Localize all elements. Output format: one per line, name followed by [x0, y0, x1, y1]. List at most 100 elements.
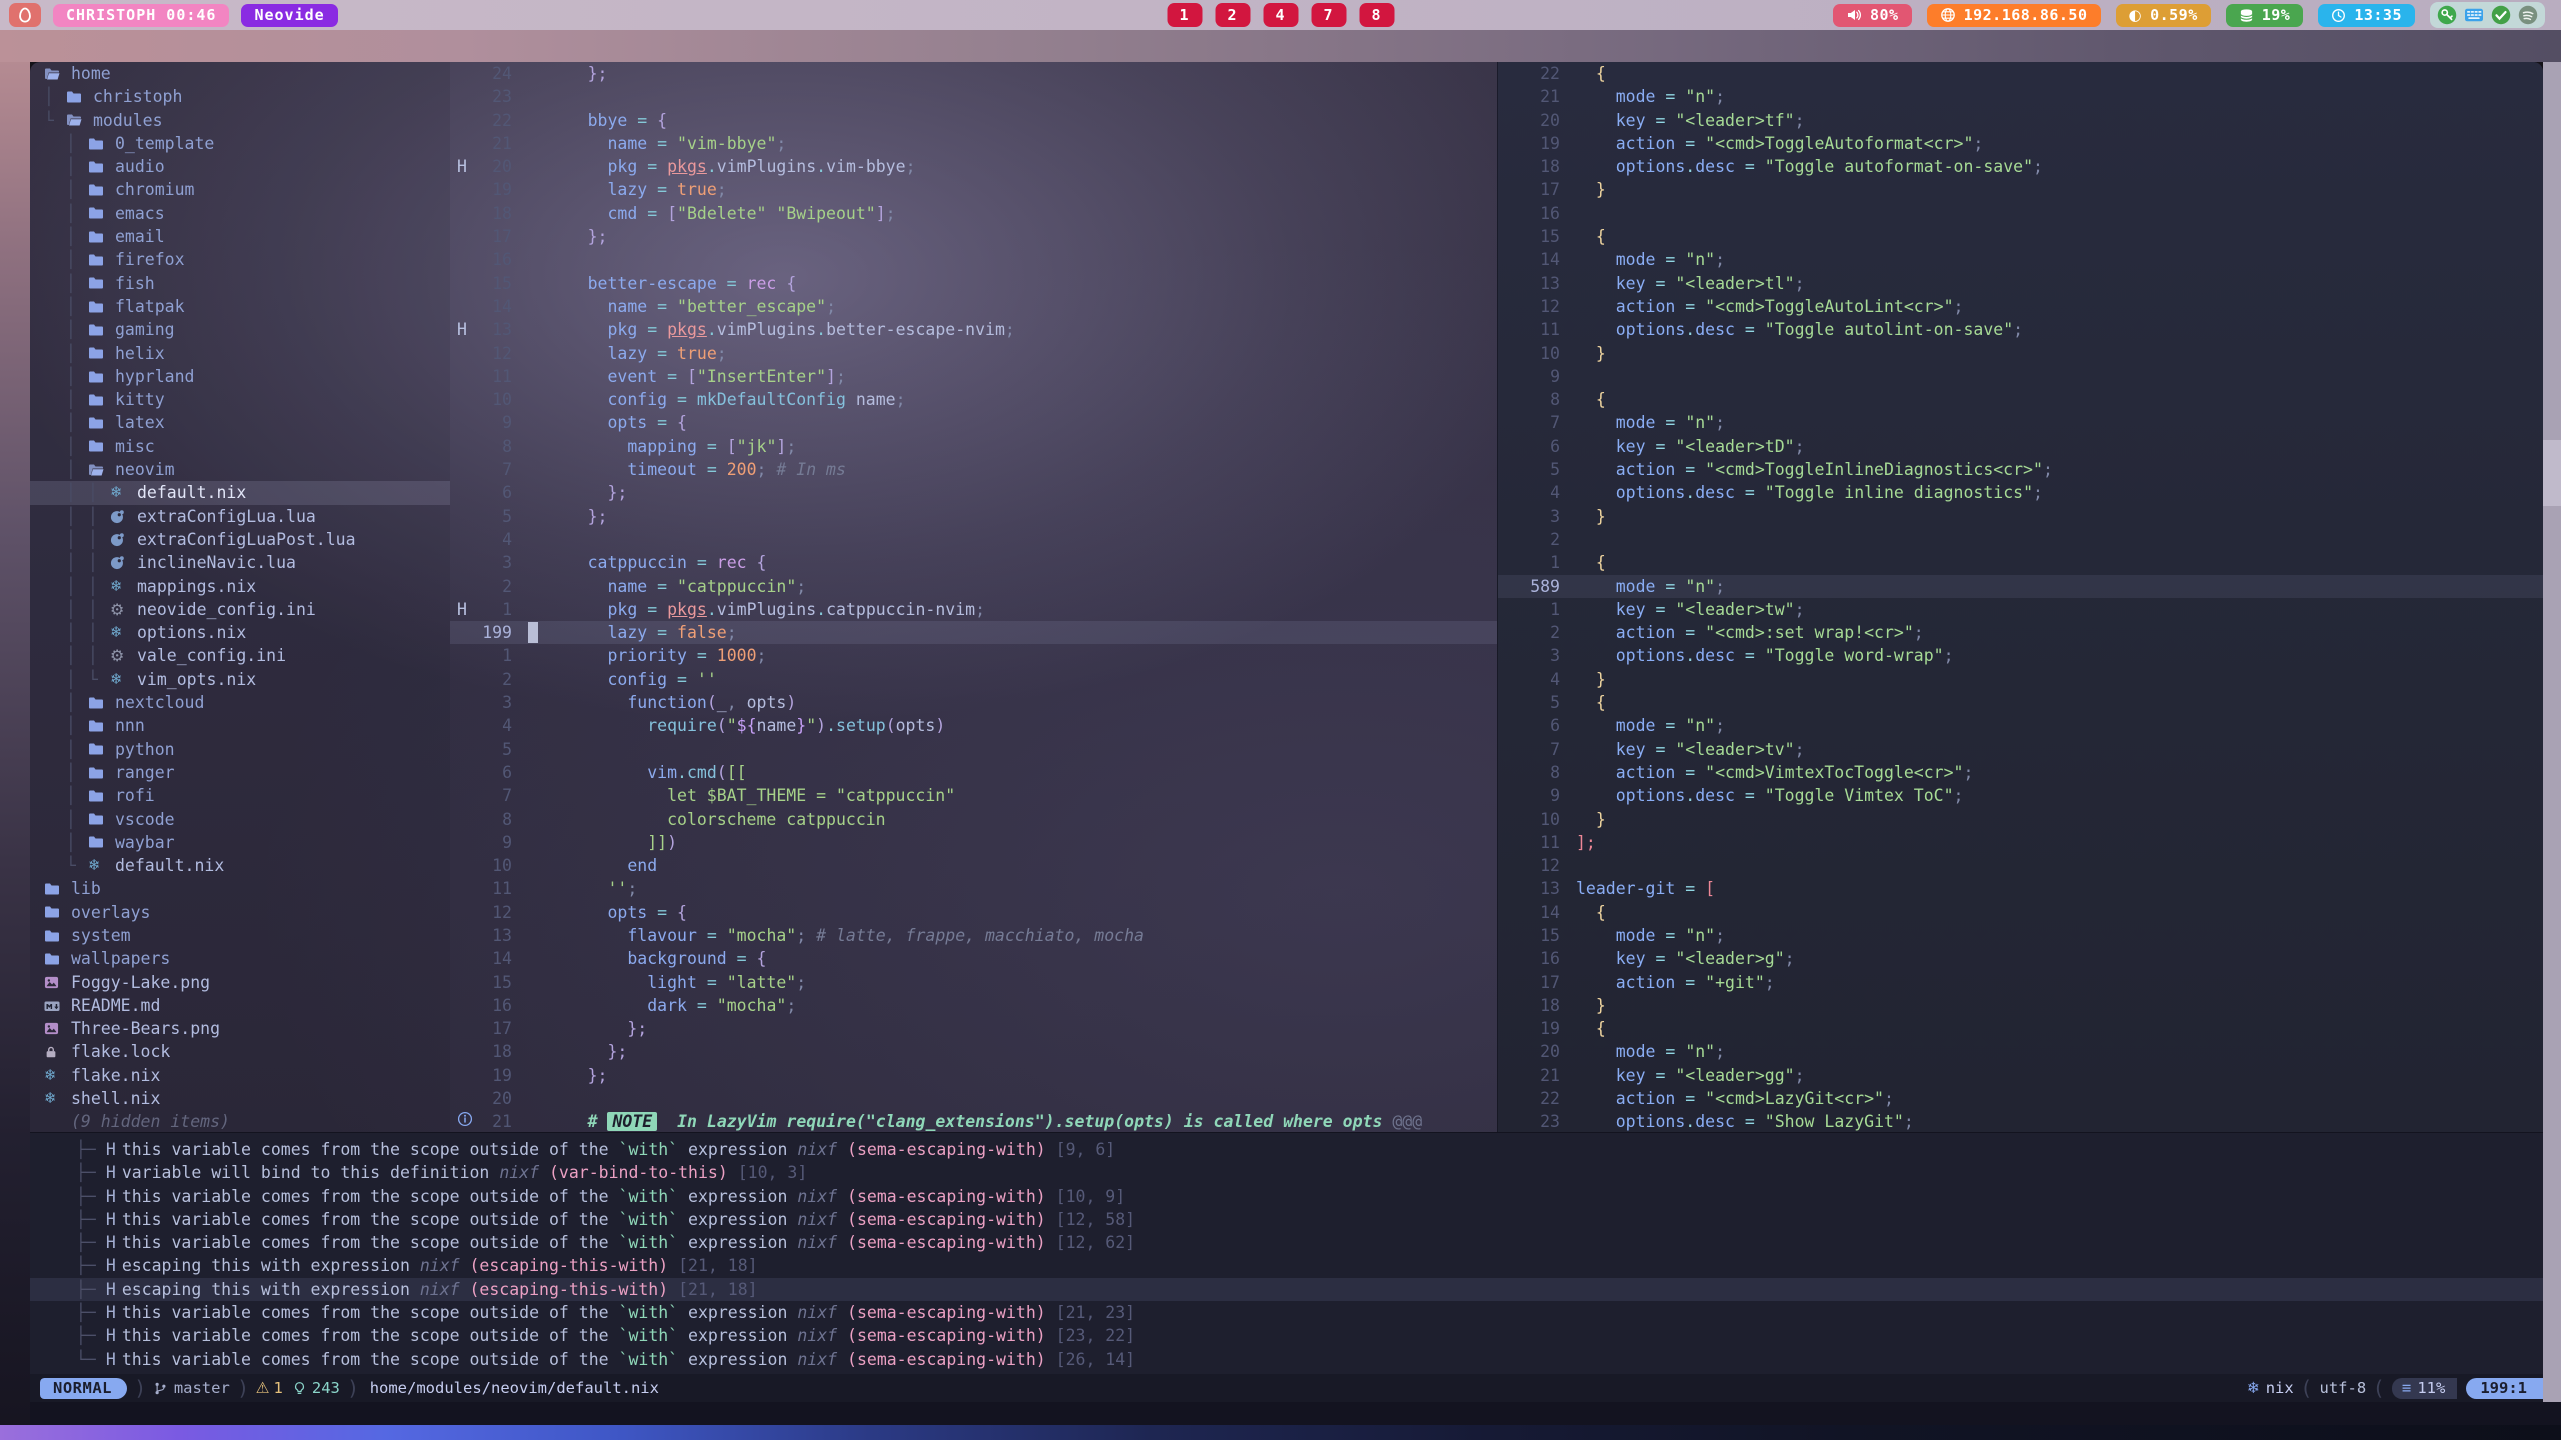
tree-item-christoph[interactable]: │christoph: [30, 85, 450, 108]
diagnostic-row[interactable]: └─Hthis variable comes from the scope ou…: [30, 1348, 2543, 1371]
tree-item-email[interactable]: │email: [30, 225, 450, 248]
code-line[interactable]: 17 }: [1498, 178, 2543, 201]
diagnostic-row[interactable]: ├─Hescaping this with expression nixf (e…: [30, 1254, 2543, 1277]
code-line[interactable]: 22 {: [1498, 62, 2543, 85]
tree-item-vscode[interactable]: │vscode: [30, 808, 450, 831]
diagnostic-row[interactable]: ├─Hthis variable comes from the scope ou…: [30, 1208, 2543, 1231]
code-line[interactable]: 23 options.desc = "Show LazyGit";: [1498, 1110, 2543, 1132]
tree-item-vim_opts.nix[interactable]: │└❄vim_opts.nix: [30, 668, 450, 691]
diagnostic-row[interactable]: ├─Hthis variable comes from the scope ou…: [30, 1324, 2543, 1347]
tree-item-nextcloud[interactable]: │nextcloud: [30, 691, 450, 714]
code-line[interactable]: 6 key = "<leader>tD";: [1498, 435, 2543, 458]
tree-item-0_template[interactable]: │0_template: [30, 132, 450, 155]
code-line[interactable]: 10 end: [450, 854, 1497, 877]
tree-item-default.nix[interactable]: ││❄default.nix: [30, 481, 450, 504]
tree-item-flake.lock[interactable]: flake.lock: [30, 1040, 450, 1063]
code-line[interactable]: 11 '';: [450, 877, 1497, 900]
tree-item-extraConfigLua.lua[interactable]: ││extraConfigLua.lua: [30, 505, 450, 528]
code-line[interactable]: 3 options.desc = "Toggle word-wrap";: [1498, 644, 2543, 667]
tree-item-nnn[interactable]: │nnn: [30, 714, 450, 737]
code-line[interactable]: 12 action = "<cmd>ToggleAutoLint<cr>";: [1498, 295, 2543, 318]
workspace-button-4[interactable]: 4: [1263, 3, 1298, 27]
scrollbar-thumb[interactable]: [2543, 440, 2561, 506]
code-line[interactable]: 8 mapping = ["jk"];: [450, 435, 1497, 458]
code-line[interactable]: 9 opts = {: [450, 411, 1497, 434]
tree-item-9hiddenitems[interactable]: (9 hidden items): [30, 1110, 450, 1133]
workspace-button-7[interactable]: 7: [1311, 3, 1346, 27]
code-line[interactable]: 21 mode = "n";: [1498, 85, 2543, 108]
diagnostic-row[interactable]: ├─Hescaping this with expression nixf (e…: [30, 1278, 2543, 1301]
code-line[interactable]: 12 opts = {: [450, 901, 1497, 924]
tree-item-README.md[interactable]: README.md: [30, 994, 450, 1017]
code-line[interactable]: 18 options.desc = "Toggle autoformat-on-…: [1498, 155, 2543, 178]
diagnostic-row[interactable]: ├─Hthis variable comes from the scope ou…: [30, 1138, 2543, 1161]
tree-item-flatpak[interactable]: │flatpak: [30, 295, 450, 318]
tree-item-firefox[interactable]: │firefox: [30, 248, 450, 271]
code-line[interactable]: 3 }: [1498, 505, 2543, 528]
code-line[interactable]: 1 {: [1498, 551, 2543, 574]
code-line[interactable]: 20: [450, 1087, 1497, 1110]
code-line[interactable]: 11 options.desc = "Toggle autolint-on-sa…: [1498, 318, 2543, 341]
code-line[interactable]: 18 };: [450, 1040, 1497, 1063]
hint-count[interactable]: 243: [292, 1379, 340, 1397]
keyboard-tray-icon[interactable]: [2464, 5, 2484, 25]
tree-item-options.nix[interactable]: ││❄options.nix: [30, 621, 450, 644]
code-line[interactable]: 21 name = "vim-bbye";: [450, 132, 1497, 155]
code-line[interactable]: 15 light = "latte";: [450, 971, 1497, 994]
code-line[interactable]: 6 mode = "n";: [1498, 714, 2543, 737]
tree-item-audio[interactable]: │audio: [30, 155, 450, 178]
code-line[interactable]: 4: [450, 528, 1497, 551]
tree-item-Foggy-Lake.png[interactable]: Foggy-Lake.png: [30, 971, 450, 994]
code-line[interactable]: 12: [1498, 854, 2543, 877]
code-line[interactable]: 17 };: [450, 225, 1497, 248]
code-line[interactable]: 17 };: [450, 1017, 1497, 1040]
code-line[interactable]: 19 lazy = true;: [450, 178, 1497, 201]
code-line[interactable]: 9 ]]): [450, 831, 1497, 854]
tree-item-extraConfigLuaPost.lua[interactable]: ││extraConfigLuaPost.lua: [30, 528, 450, 551]
tree-item-neovide_config.ini[interactable]: ││⚙neovide_config.ini: [30, 598, 450, 621]
code-line[interactable]: 2: [1498, 528, 2543, 551]
diagnostic-row[interactable]: ├─Hthis variable comes from the scope ou…: [30, 1301, 2543, 1324]
code-line[interactable]: 13 key = "<leader>tl";: [1498, 272, 2543, 295]
code-line[interactable]: 14 name = "better_escape";: [450, 295, 1497, 318]
check-tray-icon[interactable]: [2491, 5, 2511, 25]
code-line[interactable]: 21 # NOTE In LazyVim require("clang_exte…: [450, 1110, 1497, 1132]
code-line[interactable]: 5: [450, 738, 1497, 761]
code-line[interactable]: 8 {: [1498, 388, 2543, 411]
workspace-button-1[interactable]: 1: [1167, 3, 1202, 27]
code-line[interactable]: 18 cmd = ["Bdelete" "Bwipeout"];: [450, 202, 1497, 225]
workspace-button-8[interactable]: 8: [1359, 3, 1394, 27]
code-line[interactable]: 23: [450, 85, 1497, 108]
tree-item-ranger[interactable]: │ranger: [30, 761, 450, 784]
code-line[interactable]: 21 key = "<leader>gg";: [1498, 1064, 2543, 1087]
code-line[interactable]: 7 key = "<leader>tv";: [1498, 738, 2543, 761]
tree-item-vale_config.ini[interactable]: ││⚙vale_config.ini: [30, 644, 450, 667]
window-scrollbar[interactable]: [2543, 62, 2561, 1402]
tree-item-overlays[interactable]: overlays: [30, 901, 450, 924]
code-line[interactable]: 2 config = '': [450, 668, 1497, 691]
code-line[interactable]: 22 bbye = {: [450, 109, 1497, 132]
tree-item-gaming[interactable]: │gaming: [30, 318, 450, 341]
tree-item-kitty[interactable]: │kitty: [30, 388, 450, 411]
code-line[interactable]: 589 mode = "n";: [1498, 575, 2543, 598]
code-line[interactable]: 24 };: [450, 62, 1497, 85]
code-line[interactable]: 6 vim.cmd([[: [450, 761, 1497, 784]
code-line[interactable]: 19 {: [1498, 1017, 2543, 1040]
code-line[interactable]: 15 {: [1498, 225, 2543, 248]
key-tray-icon[interactable]: [2437, 5, 2457, 25]
tree-item-chromium[interactable]: │chromium: [30, 178, 450, 201]
code-line[interactable]: 5 };: [450, 505, 1497, 528]
tree-item-shell.nix[interactable]: ❄shell.nix: [30, 1087, 450, 1110]
tree-item-rofi[interactable]: │rofi: [30, 784, 450, 807]
code-line[interactable]: 16: [1498, 202, 2543, 225]
workspace-button-2[interactable]: 2: [1215, 3, 1250, 27]
code-line[interactable]: 14 {: [1498, 901, 2543, 924]
code-line[interactable]: 3 function(_, opts): [450, 691, 1497, 714]
code-line[interactable]: 14 background = {: [450, 947, 1497, 970]
code-line[interactable]: 8 action = "<cmd>VimtexTocToggle<cr>";: [1498, 761, 2543, 784]
tree-item-hyprland[interactable]: │hyprland: [30, 365, 450, 388]
code-line[interactable]: 2 name = "catppuccin";: [450, 575, 1497, 598]
code-line[interactable]: 8 colorscheme catppuccin: [450, 808, 1497, 831]
tree-item-wallpapers[interactable]: wallpapers: [30, 947, 450, 970]
diagnostic-row[interactable]: ├─Hthis variable comes from the scope ou…: [30, 1231, 2543, 1254]
